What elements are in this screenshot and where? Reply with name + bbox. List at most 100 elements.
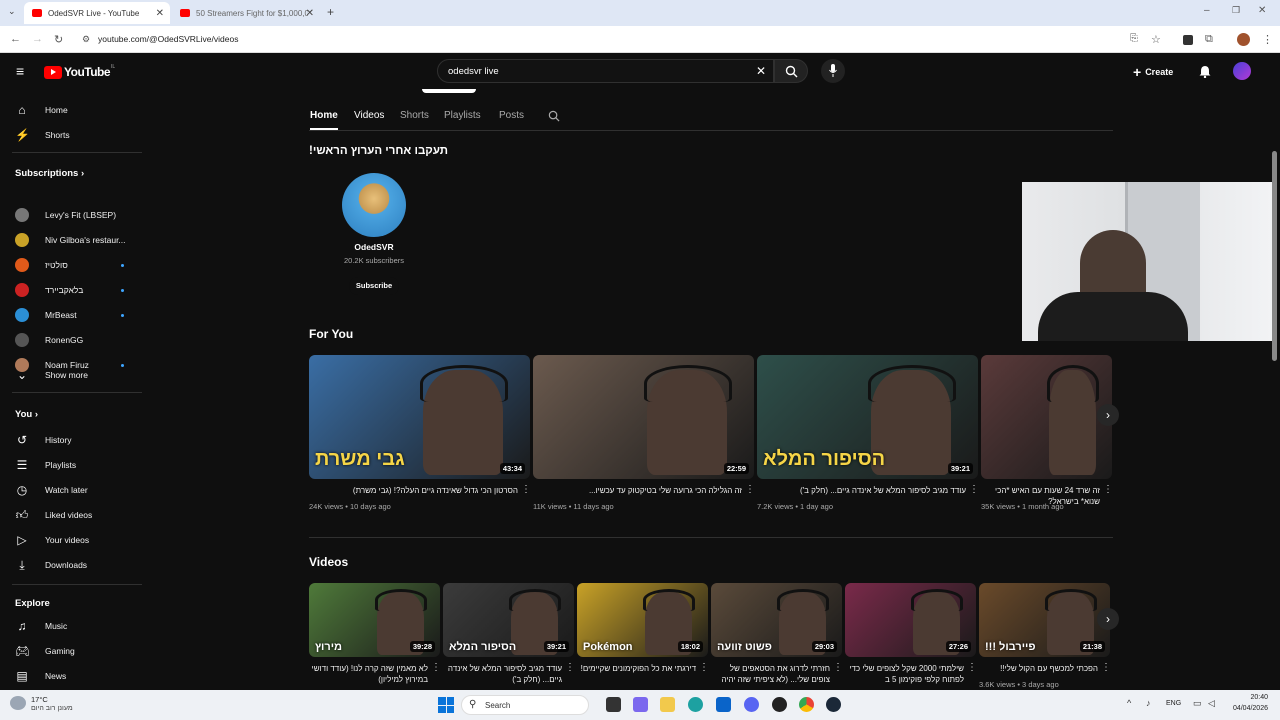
steam-icon[interactable]	[826, 697, 841, 712]
taskbar-search[interactable]: ⚲ Search	[461, 695, 589, 715]
more-actions-icon[interactable]: ⋮	[1101, 662, 1111, 673]
sidebar-subscription[interactable]: בלאקביירד	[15, 280, 83, 300]
sidebar-item-liked-videos[interactable]: 👍︎ Liked videos	[15, 505, 93, 525]
discord-icon[interactable]	[744, 697, 759, 712]
profile-avatar[interactable]	[1237, 33, 1250, 46]
video-thumbnail[interactable]: 22:59	[533, 355, 754, 479]
back-icon[interactable]: ←	[10, 33, 21, 45]
clear-search-icon[interactable]: ✕	[756, 64, 766, 78]
sidebar-item-playlists[interactable]: ☰ Playlists	[15, 455, 77, 475]
extension-icon[interactable]	[1183, 35, 1193, 45]
more-actions-icon[interactable]: ⋮	[565, 662, 575, 673]
video-title[interactable]: עודד מגיב לסיפור המלא של אינדה גיים... (…	[443, 663, 562, 685]
close-tab-icon[interactable]: ✕	[156, 8, 164, 19]
video-title[interactable]: לא מאמין שזה קרה לנו! (עודד ודושי במירוץ…	[309, 663, 428, 685]
teams-icon[interactable]	[633, 697, 648, 712]
extensions-puzzle-icon[interactable]: ⧉	[1205, 33, 1213, 46]
featured-channel-avatar[interactable]	[342, 173, 406, 237]
page-scrollbar[interactable]	[1272, 151, 1277, 361]
more-actions-icon[interactable]: ⋮	[745, 484, 755, 495]
chrome-icon[interactable]	[799, 697, 814, 712]
sidebar-item-downloads[interactable]: ⤓ Downloads	[15, 555, 87, 575]
weather-icon[interactable]	[10, 696, 26, 710]
sidebar-subscription[interactable]: MrBeast	[15, 305, 77, 325]
videos-next-button[interactable]: ›	[1097, 608, 1119, 630]
you-heading[interactable]: You ›	[15, 409, 38, 420]
featured-channel-name[interactable]: OdedSVR	[309, 242, 439, 252]
url-field[interactable]: youtube.com/@OdedSVRLive/videos	[98, 34, 238, 44]
tab-home[interactable]: Home	[310, 110, 338, 121]
sidebar-item-home[interactable]: ⌂ Home	[15, 100, 67, 120]
sidebar-subscription[interactable]: סולטיז	[15, 255, 68, 275]
notifications-bell-icon[interactable]	[1199, 65, 1211, 78]
tab-youtube-channel[interactable]: OdedSVR Live - YouTube ✕	[24, 2, 170, 24]
browser-menu-icon[interactable]: ⋮	[1262, 33, 1273, 46]
sidebar-subscription[interactable]: RonenGG	[15, 330, 83, 350]
close-tab-icon[interactable]: ✕	[306, 8, 314, 19]
video-thumbnail[interactable]: הסיפור המלא 39:21	[443, 583, 574, 657]
site-info-icon[interactable]: ⚙	[82, 34, 90, 45]
video-title[interactable]: הסרטון הכי גדול שאינדה גיים העלה?! (גבי …	[309, 485, 518, 496]
window-close-icon[interactable]: ✕	[1258, 5, 1266, 16]
cast-icon[interactable]: ⎘	[1130, 33, 1138, 44]
subscribe-button[interactable]: Subscribe	[349, 277, 399, 295]
for-you-next-button[interactable]: ›	[1097, 404, 1119, 426]
sidebar-item-gaming[interactable]: 🎮︎ Gaming	[15, 641, 75, 661]
file-explorer-icon[interactable]	[660, 697, 675, 712]
show-more-button[interactable]: ⌄ Show more	[15, 365, 88, 385]
more-actions-icon[interactable]: ⋮	[521, 484, 531, 495]
search-input[interactable]: odedsvr live ✕	[437, 59, 774, 83]
more-actions-icon[interactable]: ⋮	[969, 484, 979, 495]
tray-chevron-icon[interactable]: ^	[1127, 698, 1131, 708]
minimize-icon[interactable]: –	[1204, 5, 1210, 16]
sidebar-item-shorts[interactable]: ⚡ Shorts	[15, 125, 70, 145]
sidebar-item-music[interactable]: ♫ Music	[15, 616, 68, 636]
language-indicator[interactable]: ENG	[1166, 700, 1181, 707]
channel-search-icon[interactable]	[548, 110, 560, 122]
task-view-icon[interactable]	[606, 697, 621, 712]
microphone-tray-icon[interactable]: ♪	[1146, 698, 1151, 708]
video-thumbnail[interactable]: גבי משרת 43:34	[309, 355, 530, 479]
sidebar-subscription[interactable]: Niv Gilboa's restaur...	[15, 230, 126, 250]
restore-icon[interactable]: ❐	[1232, 5, 1240, 16]
video-thumbnail[interactable]: Pokémon 18:02	[577, 583, 708, 657]
video-title[interactable]: זה הגלילה הכי גרועה שלי בטיקטוק עד עכשיו…	[533, 485, 742, 496]
video-title[interactable]: הפכתי למכשף עם הקול שלי!!	[979, 663, 1098, 674]
tab-streamers-video[interactable]: 50 Streamers Fight for $1,000,0 ✕	[172, 2, 320, 24]
new-tab-icon[interactable]: +	[327, 5, 334, 19]
network-icon[interactable]: ▭	[1193, 698, 1202, 709]
more-actions-icon[interactable]: ⋮	[833, 662, 843, 673]
clock-date[interactable]: 04/04/2026	[1222, 705, 1268, 712]
video-thumbnail[interactable]: הסיפור המלא 39:21	[757, 355, 978, 479]
sidebar-subscription[interactable]: Levy's Fit (LBSEP)	[15, 205, 116, 225]
video-thumbnail[interactable]: מירוץ 39:28	[309, 583, 440, 657]
video-thumbnail[interactable]	[981, 355, 1112, 479]
sidebar-item-your-videos[interactable]: ▷ Your videos	[15, 530, 89, 550]
video-thumbnail[interactable]: !!! פיירבול 21:38	[979, 583, 1110, 657]
tab-list-icon[interactable]: ⌄	[8, 6, 16, 17]
video-title[interactable]: חזרתי לדרוג את הסטאפים של צופים שלי... (…	[711, 663, 830, 685]
reload-icon[interactable]: ↻	[54, 33, 63, 46]
tab-posts[interactable]: Posts	[499, 110, 524, 121]
voice-search-button[interactable]	[821, 59, 845, 83]
obs-icon[interactable]	[772, 697, 787, 712]
forward-icon[interactable]: →	[32, 33, 43, 45]
more-actions-icon[interactable]: ⋮	[1103, 484, 1113, 495]
more-actions-icon[interactable]: ⋮	[967, 662, 977, 673]
tab-videos[interactable]: Videos	[354, 110, 384, 121]
sidebar-item-news[interactable]: ▤ News	[15, 666, 66, 686]
subscriptions-heading[interactable]: Subscriptions ›	[15, 168, 84, 179]
video-title[interactable]: שילמתי 2000 שקל לצופים שלי כדי לפתוח קלפ…	[845, 663, 964, 685]
video-title[interactable]: דירגתי את כל הפוקימונים שקיימים!	[577, 663, 696, 674]
video-thumbnail[interactable]: פשוט זוועה 29:03	[711, 583, 842, 657]
create-button[interactable]: + Create	[1133, 64, 1173, 80]
video-title[interactable]: עודד מגיב לסיפור המלא של אינדה גיים... (…	[757, 485, 966, 496]
more-actions-icon[interactable]: ⋮	[699, 662, 709, 673]
sidebar-item-history[interactable]: ↺ History	[15, 430, 71, 450]
volume-icon[interactable]: ◁	[1208, 698, 1215, 709]
tab-shorts[interactable]: Shorts	[400, 110, 429, 121]
windows-start-icon[interactable]	[438, 697, 454, 713]
clock-time[interactable]: 20:40	[1222, 694, 1268, 701]
sidebar-item-watch-later[interactable]: ◷ Watch later	[15, 480, 88, 500]
video-thumbnail[interactable]: 27:26	[845, 583, 976, 657]
